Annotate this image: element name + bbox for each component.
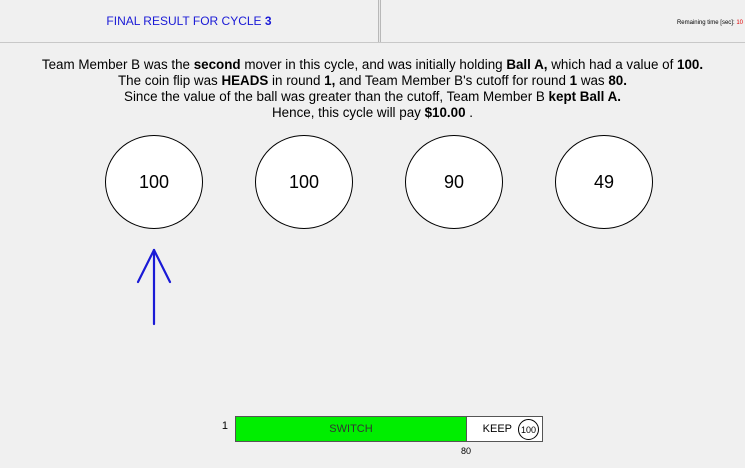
message-text: . bbox=[465, 105, 473, 120]
ball-1: 100 bbox=[105, 135, 203, 229]
message-emphasis: 1 bbox=[569, 73, 578, 88]
message-text: The coin flip was bbox=[118, 73, 222, 88]
message-text: which had a value of bbox=[547, 57, 678, 72]
message-emphasis: kept Ball A. bbox=[548, 89, 621, 104]
remaining-time-label: Remaining time [sec]: bbox=[676, 20, 735, 26]
message-text: Team Member B was the bbox=[41, 57, 194, 72]
message-emphasis: 100. bbox=[677, 57, 704, 72]
switch-label: SWITCH bbox=[329, 423, 373, 435]
ball-3: 90 bbox=[405, 135, 503, 229]
result-message: Team Member B was the second mover in th… bbox=[0, 57, 745, 121]
message-emphasis: HEADS bbox=[221, 73, 269, 88]
message-text: Since the value of the ball was greater … bbox=[124, 89, 549, 104]
remaining-time-value: 10 bbox=[736, 20, 743, 26]
header-bar: FINAL RESULT FOR CYCLE 3 Remaining time … bbox=[0, 0, 745, 43]
up-arrow-icon bbox=[136, 248, 172, 326]
cycle-number: 3 bbox=[264, 14, 272, 28]
message-line-4: Hence, this cycle will pay $10.00 . bbox=[0, 105, 745, 121]
keep-label: KEEP bbox=[482, 423, 512, 435]
remaining-time: Remaining time [sec]: 10 bbox=[443, 17, 745, 29]
message-line-3: Since the value of the ball was greater … bbox=[0, 89, 745, 105]
header-divider bbox=[378, 0, 381, 42]
cutoff-value-label: 80 bbox=[460, 446, 471, 456]
message-text: and Team Member B's cutoff for round bbox=[335, 73, 570, 88]
keep-value-circle: 100 bbox=[518, 419, 539, 440]
message-emphasis: Ball A, bbox=[506, 57, 548, 72]
result-title: FINAL RESULT FOR CYCLE 3 bbox=[0, 0, 378, 42]
message-line-1: Team Member B was the second mover in th… bbox=[0, 57, 745, 73]
ball-2: 100 bbox=[255, 135, 353, 229]
message-text: Hence, this cycle will pay bbox=[272, 105, 425, 120]
message-text: mover in this cycle, and was initially h… bbox=[240, 57, 507, 72]
message-text: was bbox=[577, 73, 609, 88]
message-text: in round bbox=[268, 73, 325, 88]
message-emphasis: 80. bbox=[608, 73, 627, 88]
switch-region: SWITCH bbox=[236, 417, 467, 441]
message-line-2: The coin flip was HEADS in round 1, and … bbox=[0, 73, 745, 89]
round-number: 1 bbox=[221, 420, 228, 432]
cutoff-bar: SWITCH KEEP 100 bbox=[235, 416, 543, 442]
message-emphasis: second bbox=[193, 57, 241, 72]
message-emphasis: $10.00 bbox=[424, 105, 466, 120]
result-title-prefix: FINAL RESULT FOR CYCLE bbox=[106, 14, 265, 28]
keep-region: KEEP bbox=[483, 417, 512, 441]
message-emphasis: 1, bbox=[324, 73, 336, 88]
ball-4: 49 bbox=[555, 135, 653, 229]
